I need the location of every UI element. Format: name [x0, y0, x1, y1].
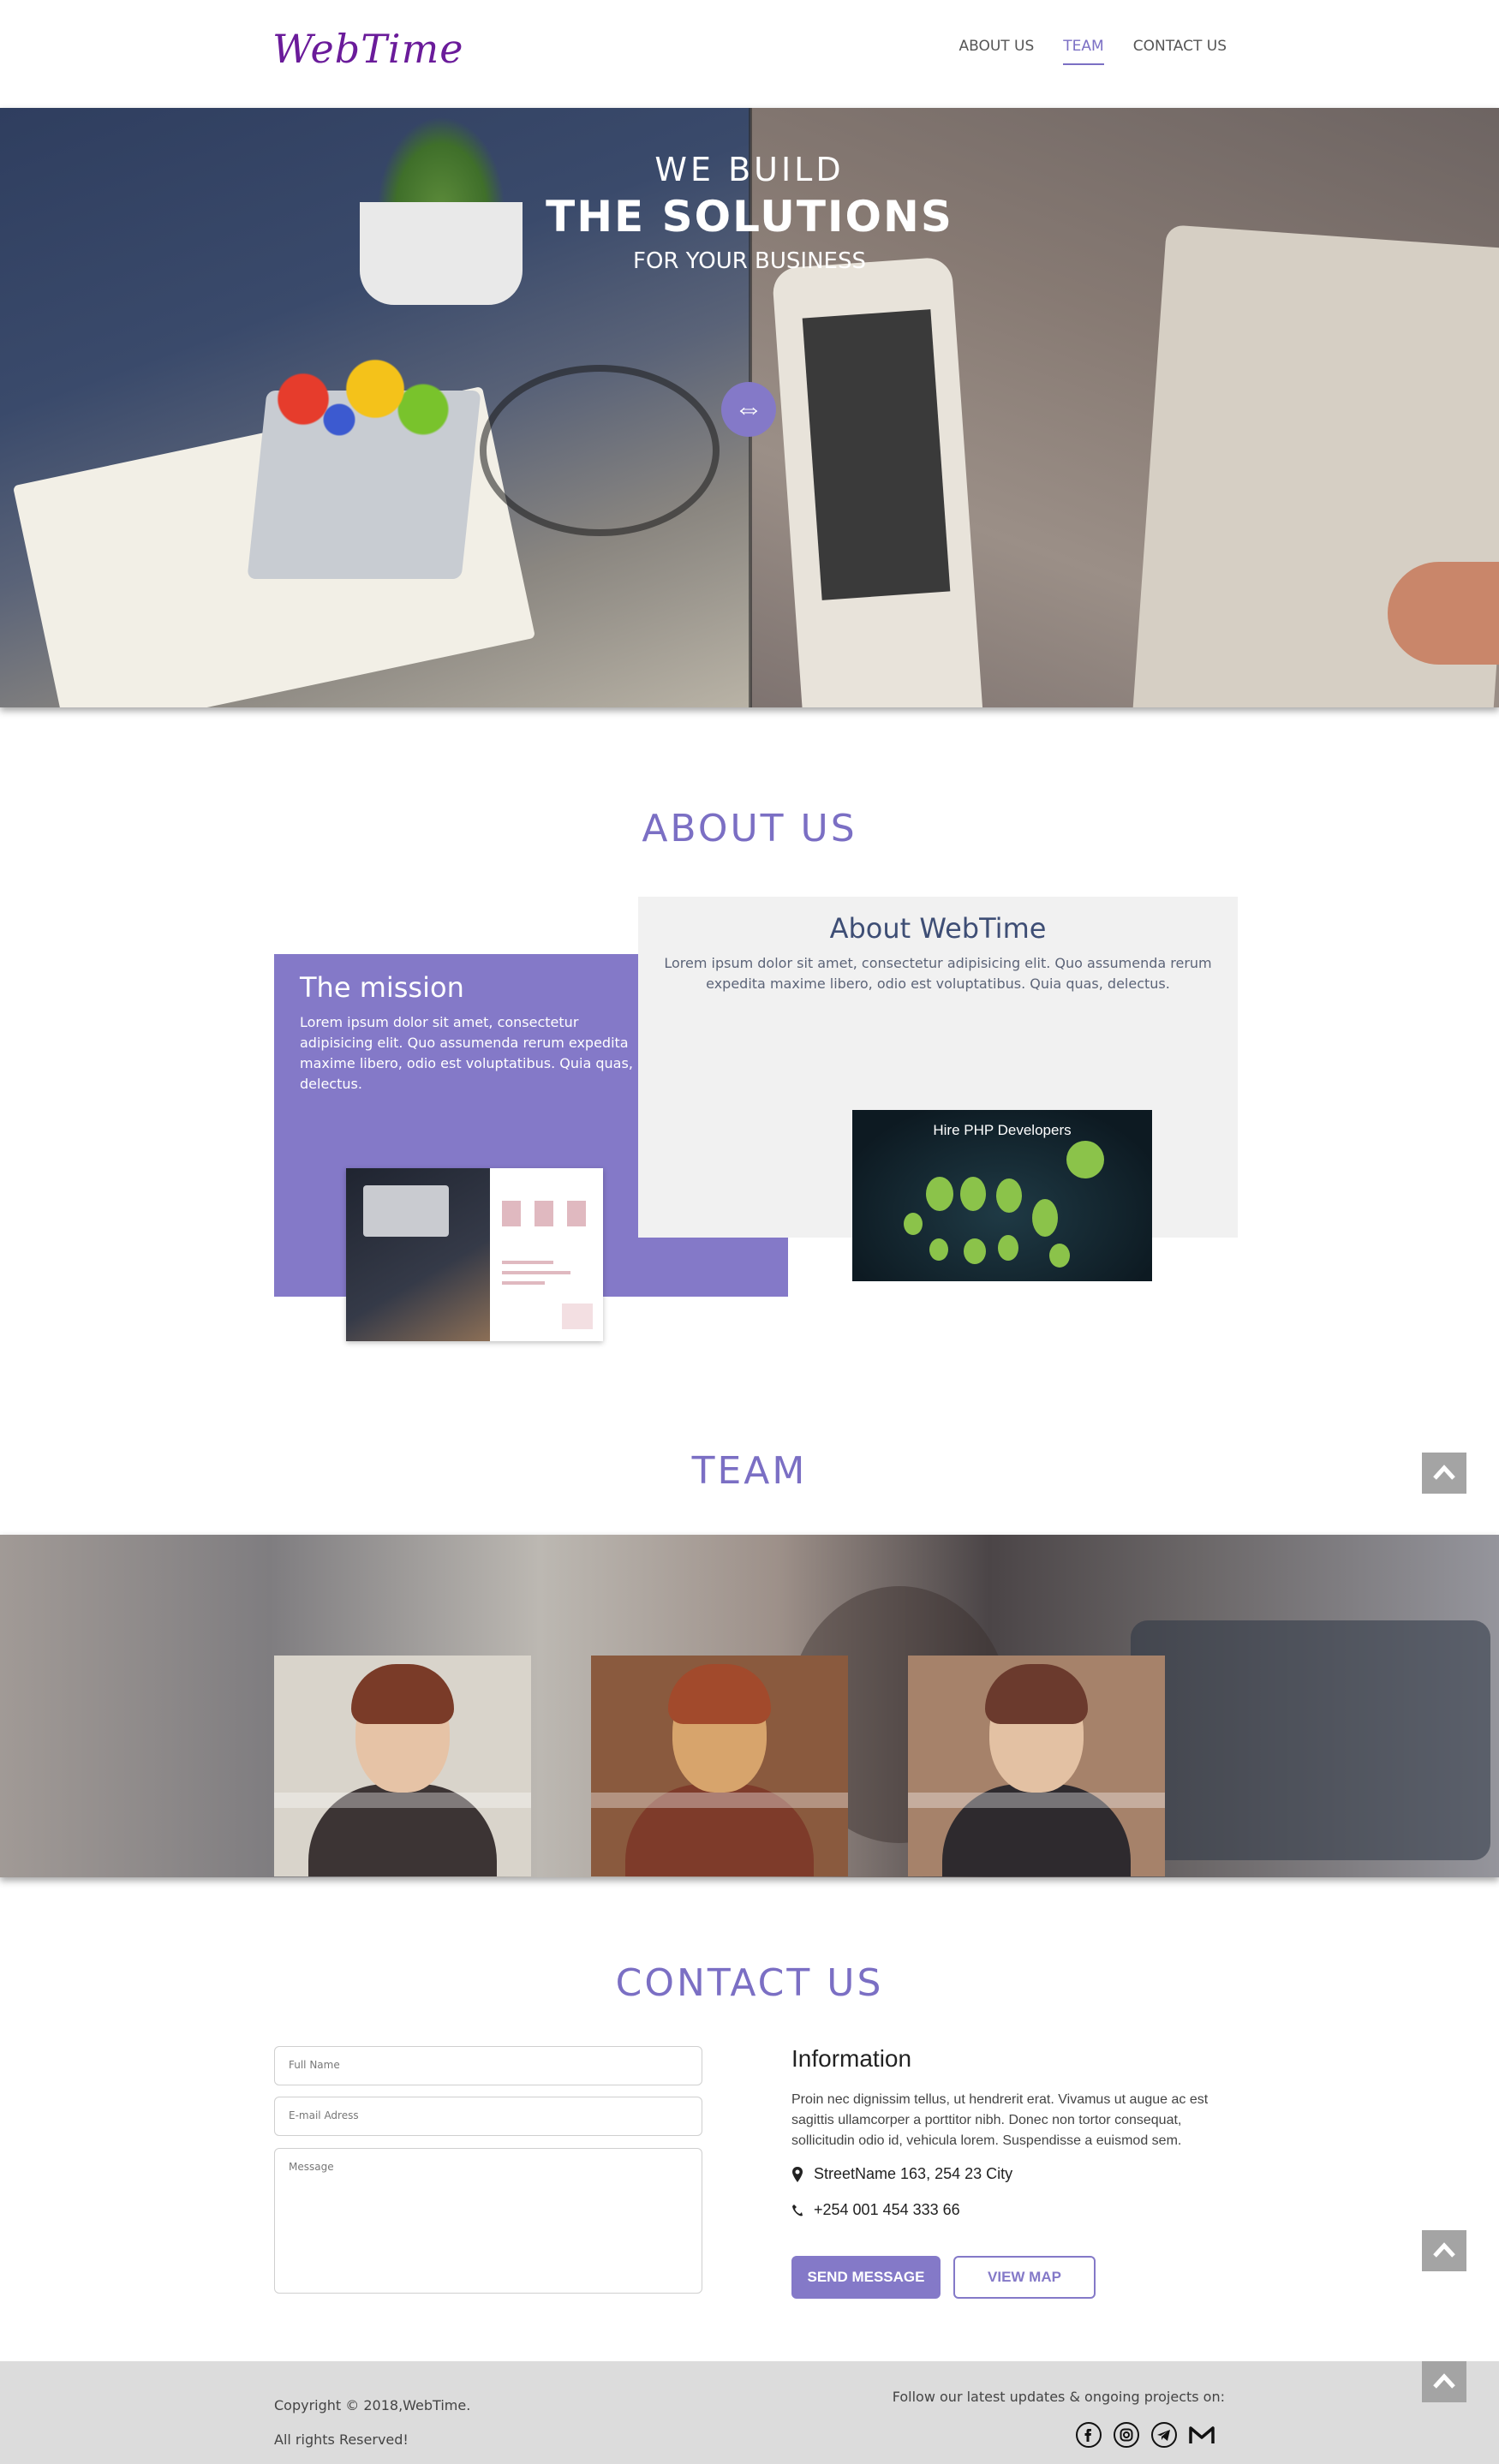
about-webtime-text: Lorem ipsum dolor sit amet, consectetur …	[664, 955, 1212, 992]
php-developers-image: Hire PHP Developers	[852, 1110, 1152, 1281]
hero-line-2: THE SOLUTIONS	[546, 192, 953, 242]
back-to-top-button[interactable]	[1422, 2230, 1466, 2271]
contact-section-title: CONTACT US	[615, 1961, 884, 2005]
info-text: Proin nec dignissim tellus, ut hendrerit…	[791, 2092, 1209, 2148]
address-row: StreetName 163, 254 23 City	[791, 2165, 1012, 2183]
hero-line-3: FOR YOUR BUSINESS	[633, 248, 866, 274]
glasses-illustration	[480, 365, 720, 536]
team-member-card[interactable]	[274, 1656, 531, 1876]
workspace-image	[346, 1168, 603, 1341]
slider-handle-icon[interactable]: ⇔	[721, 382, 776, 437]
info-heading: Information	[791, 2045, 912, 2072]
hero-text: WE BUILD THE SOLUTIONS FOR YOUR BUSINESS	[0, 151, 1499, 274]
rights-text: All rights Reserved!	[274, 2431, 409, 2448]
about-section-title: ABOUT US	[642, 807, 857, 850]
chevron-up-icon	[1433, 2242, 1455, 2258]
full-name-field[interactable]: Full Name	[274, 2046, 702, 2085]
hand-illustration	[1388, 562, 1499, 665]
main-nav: ABOUT US TEAM CONTACT US	[959, 38, 1227, 65]
phone-icon	[792, 2204, 803, 2216]
mission-heading: The mission	[300, 971, 464, 1004]
team-section-title: TEAM	[691, 1449, 808, 1493]
back-to-top-button[interactable]	[1422, 2361, 1466, 2402]
facebook-icon[interactable]	[1075, 2421, 1102, 2449]
instagram-icon[interactable]	[1113, 2421, 1140, 2449]
gmail-icon[interactable]	[1188, 2421, 1215, 2449]
send-message-button[interactable]: SEND MESSAGE	[791, 2256, 941, 2299]
view-map-button[interactable]: VIEW MAP	[953, 2256, 1096, 2299]
email-field[interactable]: E-mail Adress	[274, 2097, 702, 2136]
map-pin-icon	[792, 2166, 803, 2182]
pencils-illustration	[231, 348, 471, 450]
phone-screen-illustration	[802, 309, 951, 600]
team-member-card[interactable]	[908, 1656, 1165, 1876]
phone-text: +254 001 454 333 66	[814, 2201, 960, 2218]
phone-row: +254 001 454 333 66	[791, 2201, 960, 2219]
mission-text: Lorem ipsum dolor sit amet, consectetur …	[300, 1014, 633, 1092]
address-text: StreetName 163, 254 23 City	[814, 2165, 1013, 2182]
php-image-title: Hire PHP Developers	[933, 1122, 1072, 1138]
copyright-text: Copyright © 2018,WebTime.	[274, 2397, 471, 2413]
team-member-card[interactable]	[591, 1656, 848, 1876]
chevron-up-icon	[1433, 1465, 1455, 1480]
nav-team[interactable]: TEAM	[1063, 38, 1104, 65]
back-to-top-button[interactable]	[1422, 1453, 1466, 1494]
message-field[interactable]: Message	[274, 2148, 702, 2294]
nav-about-us[interactable]: ABOUT US	[959, 38, 1034, 65]
site-header: WebTime ABOUT US TEAM CONTACT US	[0, 0, 1499, 108]
hero-slider: WE BUILD THE SOLUTIONS FOR YOUR BUSINESS…	[0, 108, 1499, 707]
site-logo[interactable]: WebTime	[272, 26, 463, 72]
social-links	[1075, 2421, 1215, 2449]
nav-contact-us[interactable]: CONTACT US	[1133, 38, 1227, 65]
site-footer: Copyright © 2018,WebTime. All rights Res…	[0, 2361, 1499, 2464]
chevron-up-icon	[1433, 2373, 1455, 2389]
follow-text: Follow our latest updates & ongoing proj…	[892, 2389, 1225, 2405]
about-webtime-heading: About WebTime	[829, 912, 1047, 945]
telegram-icon[interactable]	[1150, 2421, 1178, 2449]
hero-line-1: WE BUILD	[654, 151, 845, 188]
